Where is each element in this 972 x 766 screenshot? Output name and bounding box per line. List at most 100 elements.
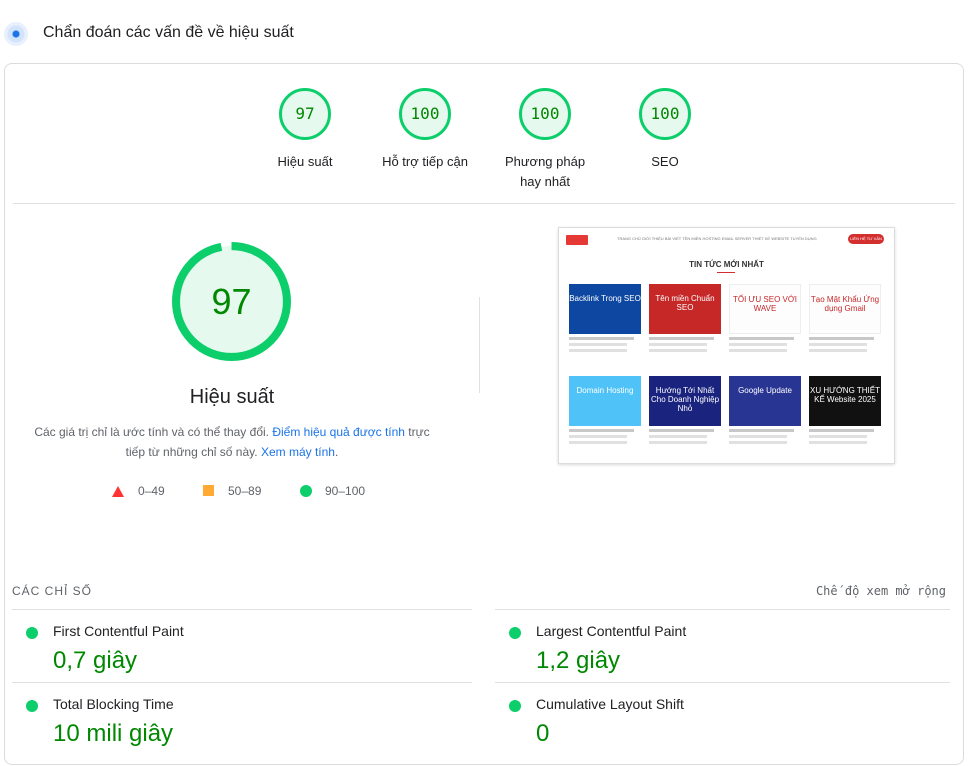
site-nav: TRANG CHỦ GIỚI THIỆU BÀI VIẾT TÊN MIỀN H… — [617, 236, 817, 241]
site-card-thumbnail: Hướng Tới Nhất Cho Doanh Nghiệp Nhỏ — [649, 376, 721, 426]
site-card-text-line — [729, 349, 787, 352]
site-section-underline — [717, 272, 735, 273]
site-card: XU HƯỚNG THIẾT KẾ Website 2025 — [809, 376, 881, 444]
site-card-text-line — [809, 343, 867, 346]
square-icon — [203, 485, 214, 496]
site-card-thumb-text: Domain Hosting — [576, 386, 634, 395]
metric-lcp-value: 1,2 giây — [536, 647, 621, 674]
site-card-thumbnail: Domain Hosting — [569, 376, 641, 426]
site-card-text-line — [649, 441, 707, 444]
metric-fcp: First Contentful Paint 0,7 giây — [26, 623, 466, 693]
site-card-text-line — [729, 337, 794, 340]
gauge-accessibility[interactable]: 100 Hỗ trợ tiếp cận — [375, 88, 475, 172]
site-card-text-line — [729, 435, 787, 438]
site-card-thumb-text: Tên miền Chuẩn SEO — [655, 294, 715, 312]
calculator-link[interactable]: Xem máy tính — [261, 445, 335, 459]
good-circle-icon — [509, 700, 521, 712]
site-card: Domain Hosting — [569, 376, 641, 444]
site-card-text-line — [569, 435, 627, 438]
site-card-text-line — [809, 337, 874, 340]
site-card-thumbnail: Tạo Mật Khẩu Ứng dụng Gmail — [809, 284, 881, 334]
site-logo — [566, 235, 588, 245]
legend-good: 90–100 — [325, 484, 366, 498]
header-title: Chẩn đoán các vấn đề về hiệu suất — [43, 24, 294, 41]
score-legend: 0–49 50–89 90–100 — [105, 481, 425, 501]
site-card-text-line — [649, 343, 707, 346]
site-card-text-line — [809, 429, 874, 432]
vertical-divider — [479, 297, 480, 393]
metric-cls: Cumulative Layout Shift 0 — [509, 696, 949, 766]
site-card-text-line — [649, 349, 707, 352]
good-circle-icon — [26, 627, 38, 639]
circle-icon — [300, 485, 312, 497]
performance-title: Hiệu suất — [189, 386, 275, 408]
site-card-thumb-text: XU HƯỚNG THIẾT KẾ Website 2025 — [810, 386, 880, 404]
site-card-text-line — [569, 337, 634, 340]
triangle-icon — [112, 486, 124, 497]
site-card-thumbnail: Google Update — [729, 376, 801, 426]
site-card-text-line — [809, 435, 867, 438]
gauge-seo-score: 100 — [639, 88, 691, 140]
gauge-performance-label: Hiệu suất — [277, 154, 333, 169]
site-card-thumb-text: Backlink Trong SEO — [569, 294, 641, 303]
gauge-performance[interactable]: 97 Hiệu suất — [255, 88, 355, 172]
metric-tbt-value: 10 mili giây — [53, 720, 174, 747]
site-card-thumbnail: Tên miền Chuẩn SEO — [649, 284, 721, 334]
site-card-thumbnail: XU HƯỚNG THIẾT KẾ Website 2025 — [809, 376, 881, 426]
site-card-thumbnail: Backlink Trong SEO — [569, 284, 641, 334]
diagnose-header: Chẩn đoán các vấn đề về hiệu suất — [0, 0, 972, 64]
metrics-divider — [495, 609, 950, 610]
site-card-thumb-text: Google Update — [738, 386, 792, 395]
metrics-divider — [12, 609, 472, 610]
metric-lcp: Largest Contentful Paint 1,2 giây — [509, 623, 949, 693]
metric-fcp-name: First Contentful Paint — [53, 623, 184, 639]
site-card-text-line — [729, 429, 794, 432]
metric-tbt-name: Total Blocking Time — [53, 696, 174, 712]
gauge-performance-score: 97 — [279, 88, 331, 140]
diagnose-icon — [4, 22, 28, 46]
metric-cls-name: Cumulative Layout Shift — [536, 696, 684, 712]
performance-score: 97 — [211, 281, 252, 322]
legend-bad: 0–49 — [138, 484, 165, 498]
site-card-text-line — [569, 343, 627, 346]
site-card-thumb-text: TỐI ƯU SEO VỚI WAVE — [733, 295, 797, 313]
good-circle-icon — [26, 700, 38, 712]
site-section-title: TIN TỨC MỚI NHẤT — [689, 260, 764, 269]
category-gauges: 97 Hiệu suất 100 Hỗ trợ tiếp cận 100 Phư… — [5, 64, 963, 204]
gauge-accessibility-score: 100 — [399, 88, 451, 140]
legend-average: 50–89 — [228, 484, 262, 498]
gauge-accessibility-label: Hỗ trợ tiếp cận — [382, 154, 468, 169]
site-card: Google Update — [729, 376, 801, 444]
gauge-best-practices-label: Phương pháp hay nhất — [504, 154, 586, 189]
site-card: Hướng Tới Nhất Cho Doanh Nghiệp Nhỏ — [649, 376, 721, 444]
site-card-text-line — [649, 435, 707, 438]
site-card-text-line — [809, 441, 867, 444]
site-card-text-line — [569, 429, 634, 432]
gauge-best-practices-score: 100 — [519, 88, 571, 140]
site-card: TỐI ƯU SEO VỚI WAVE — [729, 284, 801, 352]
gauge-best-practices[interactable]: 100 Phương pháp hay nhất — [495, 88, 595, 192]
site-card-thumb-text: Hướng Tới Nhất Cho Doanh Nghiệp Nhỏ — [650, 386, 720, 413]
page-screenshot[interactable]: TRANG CHỦ GIỚI THIỆU BÀI VIẾT TÊN MIỀN H… — [558, 227, 895, 464]
site-card-thumbnail: TỐI ƯU SEO VỚI WAVE — [729, 284, 801, 334]
site-card: Tên miền Chuẩn SEO — [649, 284, 721, 352]
site-contact-button: LIÊN HỆ TƯ VẤN — [848, 234, 884, 244]
gauge-seo[interactable]: 100 SEO — [615, 88, 715, 172]
good-circle-icon — [509, 627, 521, 639]
metric-tbt: Total Blocking Time 10 mili giây — [26, 696, 466, 766]
metric-cls-value: 0 — [536, 720, 550, 747]
score-calc-link[interactable]: Điểm hiệu quả được tính — [272, 425, 405, 439]
expand-view-toggle[interactable]: Chế độ xem mở rộng — [816, 584, 946, 598]
divider — [13, 203, 955, 204]
note-text: Các giá trị chỉ là ước tính và có thể th… — [34, 425, 273, 439]
site-card-text-line — [729, 441, 787, 444]
site-card-text-line — [649, 337, 714, 340]
site-card: Tạo Mật Khẩu Ứng dụng Gmail — [809, 284, 881, 352]
metric-lcp-name: Largest Contentful Paint — [536, 623, 687, 639]
site-card-text-line — [729, 343, 787, 346]
site-card-thumb-text: Tạo Mật Khẩu Ứng dụng Gmail — [810, 295, 880, 313]
site-card-text-line — [569, 441, 627, 444]
metric-fcp-value: 0,7 giây — [53, 647, 138, 674]
site-card-text-line — [809, 349, 867, 352]
site-card: Backlink Trong SEO — [569, 284, 641, 352]
